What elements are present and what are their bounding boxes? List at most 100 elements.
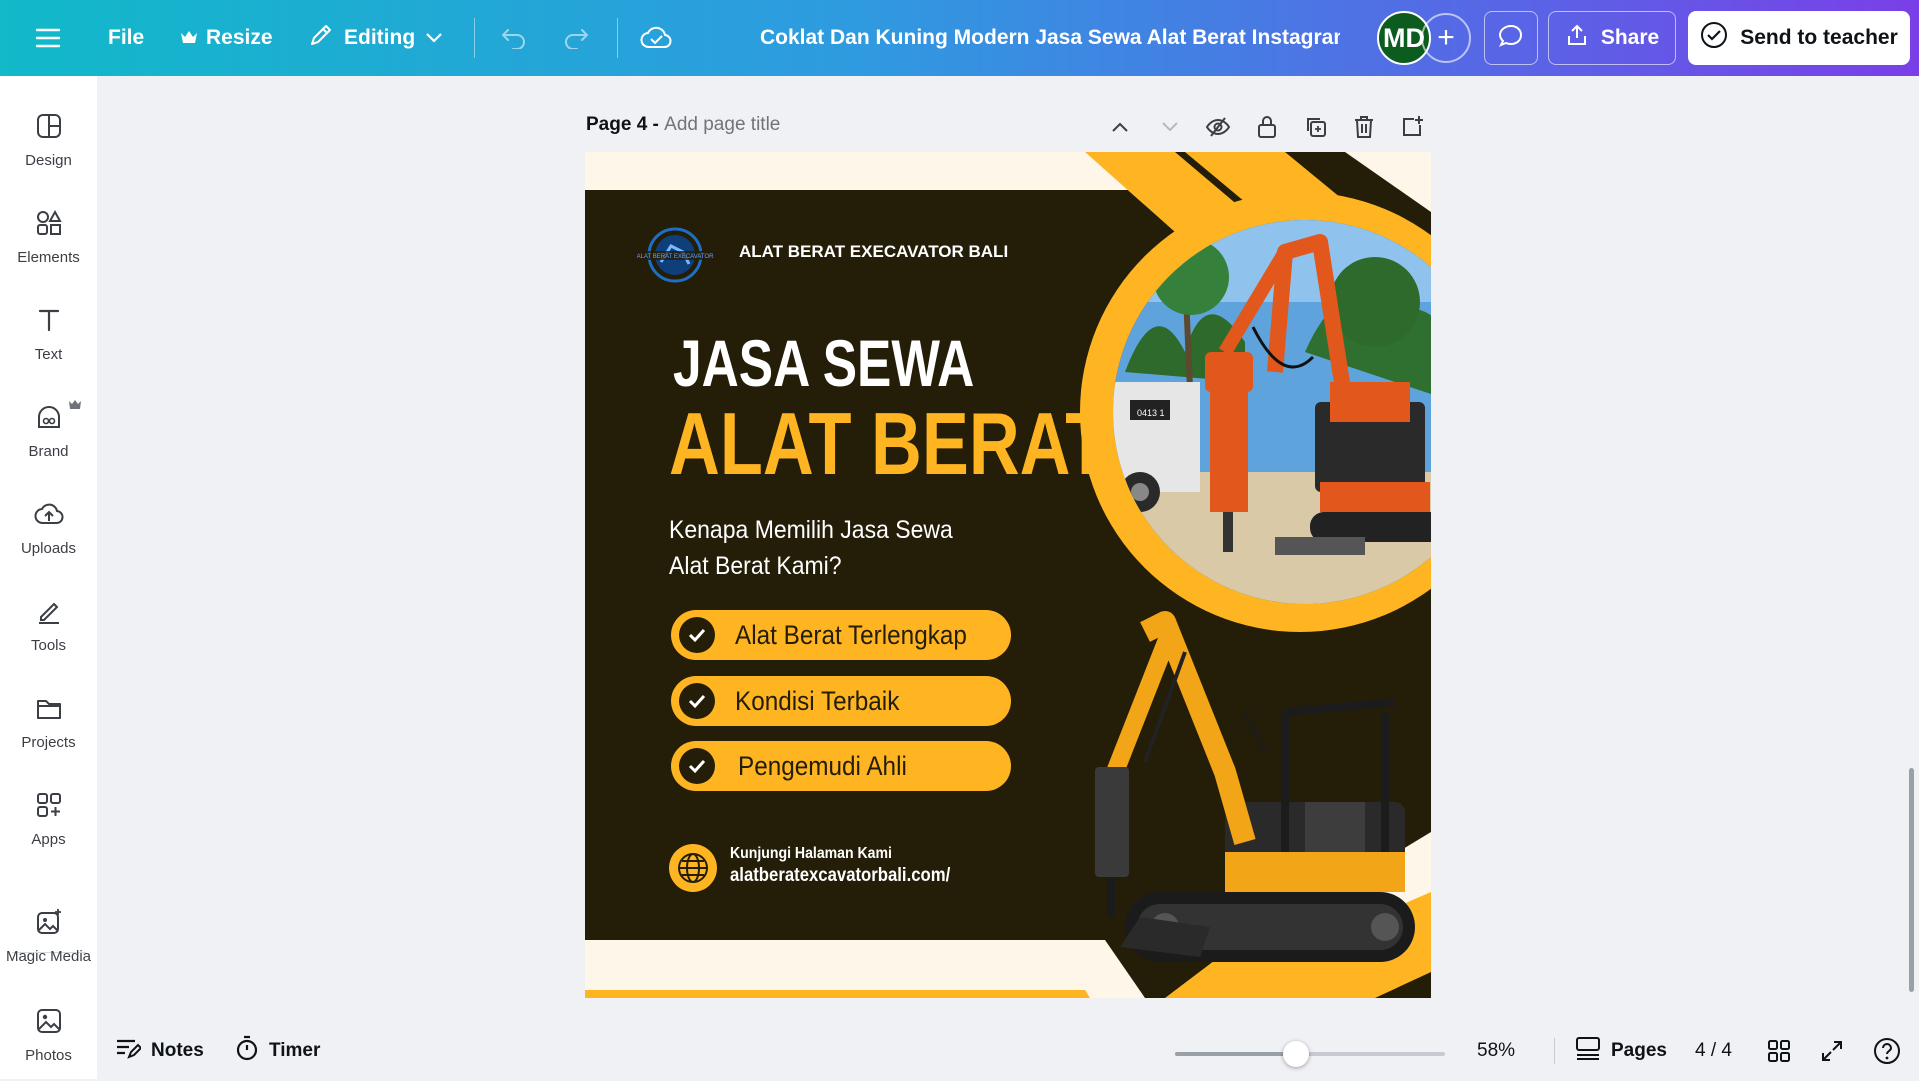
apps-icon (35, 785, 63, 825)
logo-text: ALAT BERAT EXECAVATOR (637, 254, 714, 260)
sidebar-item-tools[interactable]: Tools (0, 591, 97, 671)
design-icon (35, 106, 63, 146)
sidebar-item-label: Elements (17, 249, 80, 266)
trash-icon[interactable] (1348, 112, 1380, 142)
sidebar-item-label: Apps (31, 831, 66, 848)
check-icon (679, 683, 715, 719)
sidebar-item-magic-media[interactable]: Magic Media (0, 902, 97, 982)
website-url: alatberatexcavatorbali.com/ (730, 865, 951, 886)
chevron-down-icon[interactable] (1154, 112, 1186, 142)
upload-share-icon (1565, 23, 1589, 53)
brand-name-text: ALAT BERAT EXECAVATOR BALI (739, 242, 1009, 261)
page-counter: 4 / 4 (1695, 1039, 1732, 1061)
share-label: Share (1600, 26, 1660, 49)
redo-icon[interactable] (554, 18, 598, 58)
share-button[interactable]: Share (1548, 11, 1676, 65)
sidebar-item-text[interactable]: Text (0, 300, 97, 380)
send-to-teacher-button[interactable]: Send to teacher (1688, 11, 1910, 65)
page-title-row: Page 4 - Add page title (586, 114, 780, 136)
lock-icon[interactable] (1251, 112, 1283, 142)
page-title-input[interactable]: Add page title (664, 114, 780, 135)
page-number-label: Page 4 - (586, 114, 665, 135)
file-menu[interactable]: File (108, 0, 144, 76)
sidebar-item-label: Projects (21, 734, 76, 751)
chevron-up-icon[interactable] (1104, 112, 1136, 142)
chevron-down-icon (425, 26, 443, 50)
notes-label: Notes (151, 1039, 204, 1061)
sidebar-item-label: Text (34, 346, 63, 363)
feature-pill: Pengemudi Ahli (671, 741, 1011, 791)
comment-button[interactable] (1484, 11, 1538, 65)
machine-brand-text: YANMAR (1237, 708, 1270, 755)
projects-icon (35, 688, 63, 728)
zoom-level[interactable]: 58% (1477, 1022, 1515, 1079)
pages-icon (1575, 1036, 1601, 1066)
notes-button[interactable]: Notes (115, 1022, 204, 1079)
plus-icon: + (1437, 21, 1455, 54)
notes-icon (115, 1037, 143, 1065)
feature-label: Kondisi Terbaik (735, 685, 900, 716)
pages-button[interactable]: Pages (1575, 1022, 1667, 1079)
sidebar-item-label: Tools (30, 637, 67, 654)
editing-mode-dropdown[interactable]: Editing (308, 0, 443, 76)
company-logo: ALAT BERAT EXECAVATOR (627, 227, 723, 283)
feature-label: Pengemudi Ahli (738, 750, 907, 781)
toolbar-divider (474, 18, 475, 58)
zoom-slider-track[interactable] (1175, 1052, 1445, 1056)
crown-icon (180, 26, 198, 50)
cloud-saved-icon[interactable] (634, 18, 678, 58)
check-circle-icon (1700, 21, 1728, 55)
duplicate-page-icon[interactable] (1300, 112, 1332, 142)
sidebar-item-label: Magic Media (5, 948, 92, 965)
sidebar-item-projects[interactable]: Projects (0, 688, 97, 768)
elements-icon (35, 203, 63, 243)
resize-label: Resize (206, 26, 273, 49)
comment-icon (1498, 23, 1524, 54)
pages-label: Pages (1611, 1039, 1667, 1061)
fullscreen-icon[interactable] (1820, 1022, 1844, 1079)
sidebar-item-uploads[interactable]: Uploads (0, 494, 97, 574)
document-title[interactable]: Coklat Dan Kuning Modern Jasa Sewa Alat … (760, 0, 1340, 76)
question-line-2: Alat Berat Kami? (669, 552, 842, 580)
menu-icon[interactable] (26, 18, 70, 58)
undo-icon[interactable] (492, 18, 536, 58)
sidebar-item-label: Photos (25, 1047, 72, 1064)
sidebar-item-label: Brand (28, 443, 69, 460)
check-icon (679, 617, 715, 653)
hide-page-icon[interactable] (1202, 112, 1234, 142)
add-collaborator-button[interactable]: + (1421, 13, 1471, 63)
vertical-scrollbar[interactable] (1909, 768, 1914, 992)
top-toolbar: File Resize Editing Coklat Dan Kuning Mo… (0, 0, 1919, 76)
add-page-icon[interactable] (1396, 112, 1428, 142)
crown-icon (68, 397, 82, 415)
bottom-toolbar: Notes Timer 58% Pages 4 / 4 (97, 1022, 1919, 1079)
timer-label: Timer (269, 1039, 321, 1061)
editing-label: Editing (344, 26, 416, 49)
send-to-teacher-label: Send to teacher (1740, 26, 1898, 49)
grid-view-icon[interactable] (1767, 1022, 1791, 1079)
globe-icon (669, 844, 717, 892)
sidebar-item-elements[interactable]: Elements (0, 203, 97, 283)
sidebar-item-label: Uploads (20, 540, 77, 557)
timer-icon (235, 1035, 259, 1067)
sidebar-item-brand[interactable]: Brand (0, 397, 97, 477)
zoom-slider-fill (1175, 1052, 1297, 1056)
sidebar-item-photos[interactable]: Photos (0, 1001, 97, 1081)
sidebar-item-label: Design (25, 152, 72, 169)
headline-alat-berat: ALAT BERAT (669, 394, 1109, 493)
resize-button[interactable]: Resize (180, 0, 273, 76)
design-canvas[interactable]: 0413 1 YANMAR ALAT BERAT EXECAVATOR ALAT… (585, 152, 1431, 998)
pencil-icon (308, 22, 334, 54)
feature-pill: Kondisi Terbaik (671, 676, 1011, 726)
uploads-icon (34, 494, 64, 534)
visit-label: Kunjungi Halaman Kami (730, 845, 892, 862)
sidebar-item-apps[interactable]: Apps (0, 785, 97, 865)
check-icon (679, 748, 715, 784)
magic-media-icon (35, 902, 63, 942)
bottom-divider (1554, 1038, 1555, 1064)
sidebar-item-design[interactable]: Design (0, 106, 97, 186)
feature-label: Alat Berat Terlengkap (735, 619, 967, 650)
timer-button[interactable]: Timer (235, 1022, 320, 1079)
tools-icon (35, 591, 63, 631)
help-icon[interactable] (1873, 1022, 1901, 1079)
